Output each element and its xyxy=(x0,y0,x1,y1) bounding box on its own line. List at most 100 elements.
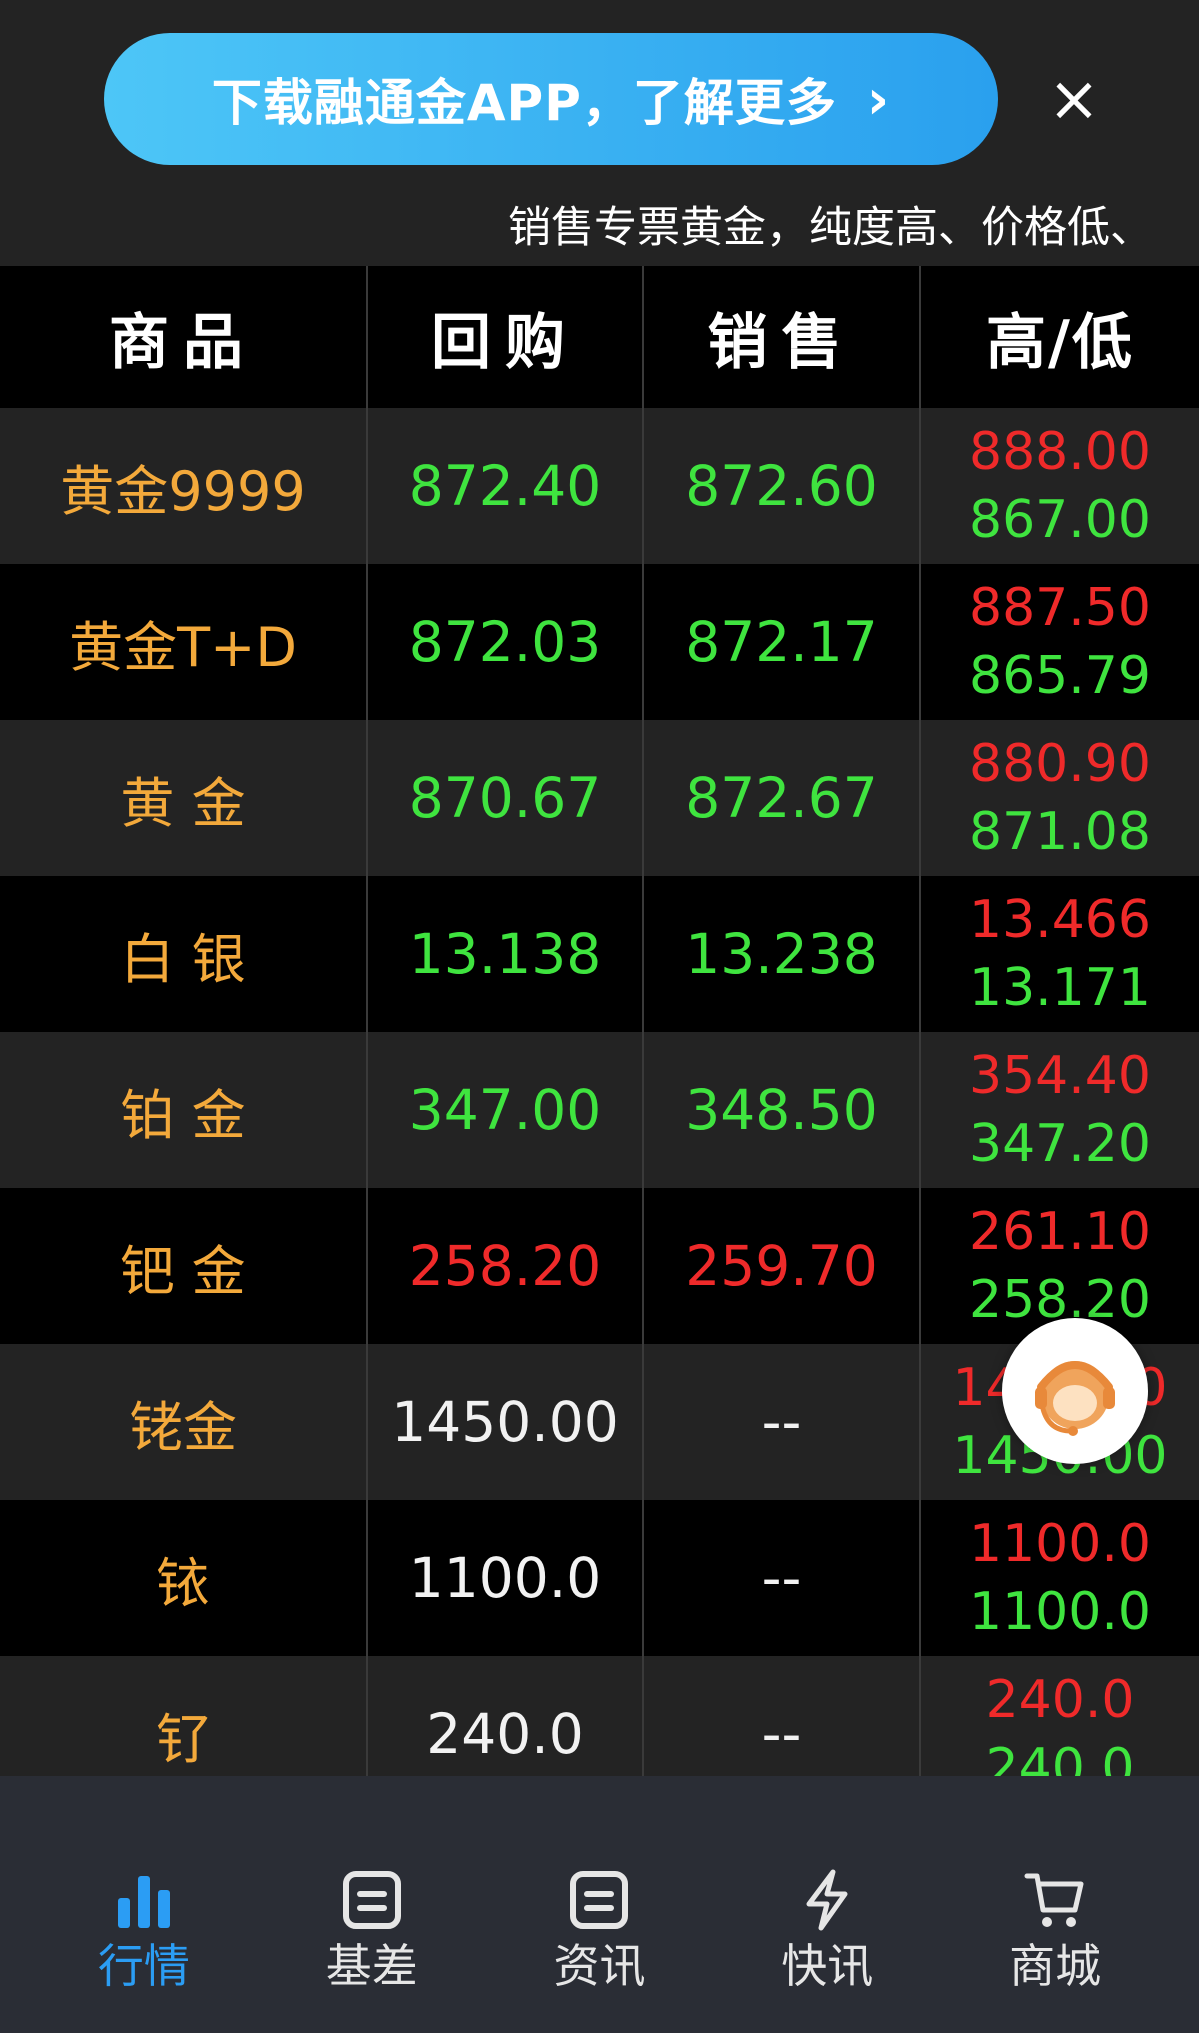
buyback-price: 1450.00 xyxy=(391,1390,619,1454)
row-sell-cell: -- xyxy=(644,1344,921,1500)
row-buyback-cell: 872.40 xyxy=(368,408,644,564)
row-sell-cell: 872.67 xyxy=(644,720,921,876)
low-price: 347.20 xyxy=(969,1114,1151,1174)
nav-item-mall[interactable]: 商城 xyxy=(980,1776,1130,1994)
sell-price: 872.60 xyxy=(685,454,878,518)
sell-price: -- xyxy=(761,1702,802,1766)
row-buyback-cell: 347.00 xyxy=(368,1032,644,1188)
product-name: 黄 金 xyxy=(120,771,246,835)
product-name: 钯 金 xyxy=(120,1239,246,1303)
high-price: 887.50 xyxy=(969,578,1151,638)
customer-service-button[interactable] xyxy=(1002,1318,1148,1464)
row-high-low-cell: 1100.0 1100.0 xyxy=(921,1500,1199,1656)
row-product-cell: 铂 金 xyxy=(0,1032,368,1188)
product-name: 铱 xyxy=(156,1551,210,1615)
buyback-price: 1100.0 xyxy=(408,1546,602,1610)
sell-price: 872.67 xyxy=(685,766,878,830)
header-buyback: 回购 xyxy=(368,266,644,408)
nav-label: 基差 xyxy=(325,1939,418,1993)
table-row[interactable]: 铂 金 347.00 348.50 354.40 347.20 xyxy=(0,1032,1199,1188)
sell-price: -- xyxy=(761,1390,802,1454)
row-high-low-cell: 880.90 871.08 xyxy=(921,720,1199,876)
nav-label: 行情 xyxy=(97,1939,190,1993)
high-price: 240.0 xyxy=(985,1670,1135,1730)
high-price: 13.466 xyxy=(969,890,1151,950)
row-sell-cell: 872.17 xyxy=(644,564,921,720)
header-sell: 销售 xyxy=(644,266,921,408)
table-row[interactable]: 钯 金 258.20 259.70 261.10 258.20 xyxy=(0,1188,1199,1344)
high-price: 261.10 xyxy=(969,1202,1151,1262)
low-price: 867.00 xyxy=(969,490,1151,550)
bottom-nav: 行情 基差 资讯 快讯 商城 xyxy=(0,1776,1199,2033)
low-price: 1100.0 xyxy=(969,1582,1151,1642)
table-row[interactable]: 黄金T+D 872.03 872.17 887.50 865.79 xyxy=(0,564,1199,720)
product-name: 铑金 xyxy=(129,1395,237,1459)
row-high-low-cell: 13.466 13.171 xyxy=(921,876,1199,1032)
doc-icon xyxy=(570,1871,629,1929)
product-name: 钌 xyxy=(156,1707,210,1771)
nav-label: 快讯 xyxy=(781,1939,874,1993)
row-buyback-cell: 870.67 xyxy=(368,720,644,876)
row-product-cell: 白 银 xyxy=(0,876,368,1032)
table-row[interactable]: 铱 1100.0 -- 1100.0 1100.0 xyxy=(0,1500,1199,1656)
header-product: 商品 xyxy=(0,266,368,408)
table-row[interactable]: 黄 金 870.67 872.67 880.90 871.08 xyxy=(0,720,1199,876)
sell-price: -- xyxy=(761,1546,802,1610)
sell-price: 872.17 xyxy=(685,610,878,674)
nav-item-market[interactable]: 行情 xyxy=(69,1776,219,1994)
row-high-low-cell: 354.40 347.20 xyxy=(921,1032,1199,1188)
buyback-price: 347.00 xyxy=(408,1078,602,1142)
row-sell-cell: 348.50 xyxy=(644,1032,921,1188)
sell-price: 348.50 xyxy=(685,1078,878,1142)
price-table: 商品 回购 销售 高/低 黄金9999 872.40 872.60 888.00 867… xyxy=(0,266,1199,1812)
row-sell-cell: 13.238 xyxy=(644,876,921,1032)
lightning-icon xyxy=(806,1869,848,1931)
download-app-banner[interactable]: 下载融通金APP，了解更多 › xyxy=(104,33,998,165)
buyback-price: 13.138 xyxy=(408,922,602,986)
table-row[interactable]: 黄金9999 872.40 872.60 888.00 867.00 xyxy=(0,408,1199,564)
row-buyback-cell: 872.03 xyxy=(368,564,644,720)
buyback-price: 258.20 xyxy=(408,1234,602,1298)
row-buyback-cell: 1100.0 xyxy=(368,1500,644,1656)
product-name: 黄金9999 xyxy=(60,459,306,523)
low-price: 13.171 xyxy=(969,958,1151,1018)
product-name: 白 银 xyxy=(120,927,246,991)
table-header: 商品 回购 销售 高/低 xyxy=(0,266,1199,408)
row-high-low-cell: 887.50 865.79 xyxy=(921,564,1199,720)
row-product-cell: 黄金9999 xyxy=(0,408,368,564)
nav-item-basis[interactable]: 基差 xyxy=(297,1776,447,1994)
buyback-price: 870.67 xyxy=(408,766,602,830)
buyback-price: 240.0 xyxy=(426,1702,584,1766)
row-product-cell: 铱 xyxy=(0,1500,368,1656)
row-product-cell: 黄 金 xyxy=(0,720,368,876)
buyback-price: 872.03 xyxy=(408,610,602,674)
cart-icon xyxy=(1024,1873,1084,1927)
low-price: 871.08 xyxy=(969,802,1151,862)
bar-chart-icon xyxy=(117,1876,170,1928)
banner-text: 下载融通金APP，了解更多 xyxy=(211,74,837,132)
customer-service-icon xyxy=(1035,1361,1115,1436)
row-sell-cell: -- xyxy=(644,1500,921,1656)
close-icon[interactable]: × xyxy=(1044,66,1104,132)
low-price: 865.79 xyxy=(969,646,1151,706)
nav-item-flash[interactable]: 快讯 xyxy=(752,1776,902,1994)
nav-label: 商城 xyxy=(1009,1939,1102,1993)
header-high-low: 高/低 xyxy=(986,307,1134,378)
product-name: 铂 金 xyxy=(120,1083,246,1147)
row-buyback-cell: 1450.00 xyxy=(368,1344,644,1500)
row-sell-cell: 872.60 xyxy=(644,408,921,564)
high-price: 880.90 xyxy=(969,734,1151,794)
high-price: 1100.0 xyxy=(969,1514,1151,1574)
marquee-notice: 销售专票黄金，纯度高、价格低、 xyxy=(508,203,1153,253)
nav-label: 资讯 xyxy=(553,1939,646,1993)
row-high-low-cell: 888.00 867.00 xyxy=(921,408,1199,564)
row-sell-cell: 259.70 xyxy=(644,1188,921,1344)
sell-price: 13.238 xyxy=(685,922,878,986)
nav-item-news[interactable]: 资讯 xyxy=(524,1776,674,1994)
doc-icon xyxy=(342,1871,401,1929)
chevron-right-icon: › xyxy=(866,67,891,131)
sell-price: 259.70 xyxy=(685,1234,878,1298)
high-price: 888.00 xyxy=(969,422,1151,482)
table-row[interactable]: 白 银 13.138 13.238 13.466 13.171 xyxy=(0,876,1199,1032)
row-product-cell: 黄金T+D xyxy=(0,564,368,720)
